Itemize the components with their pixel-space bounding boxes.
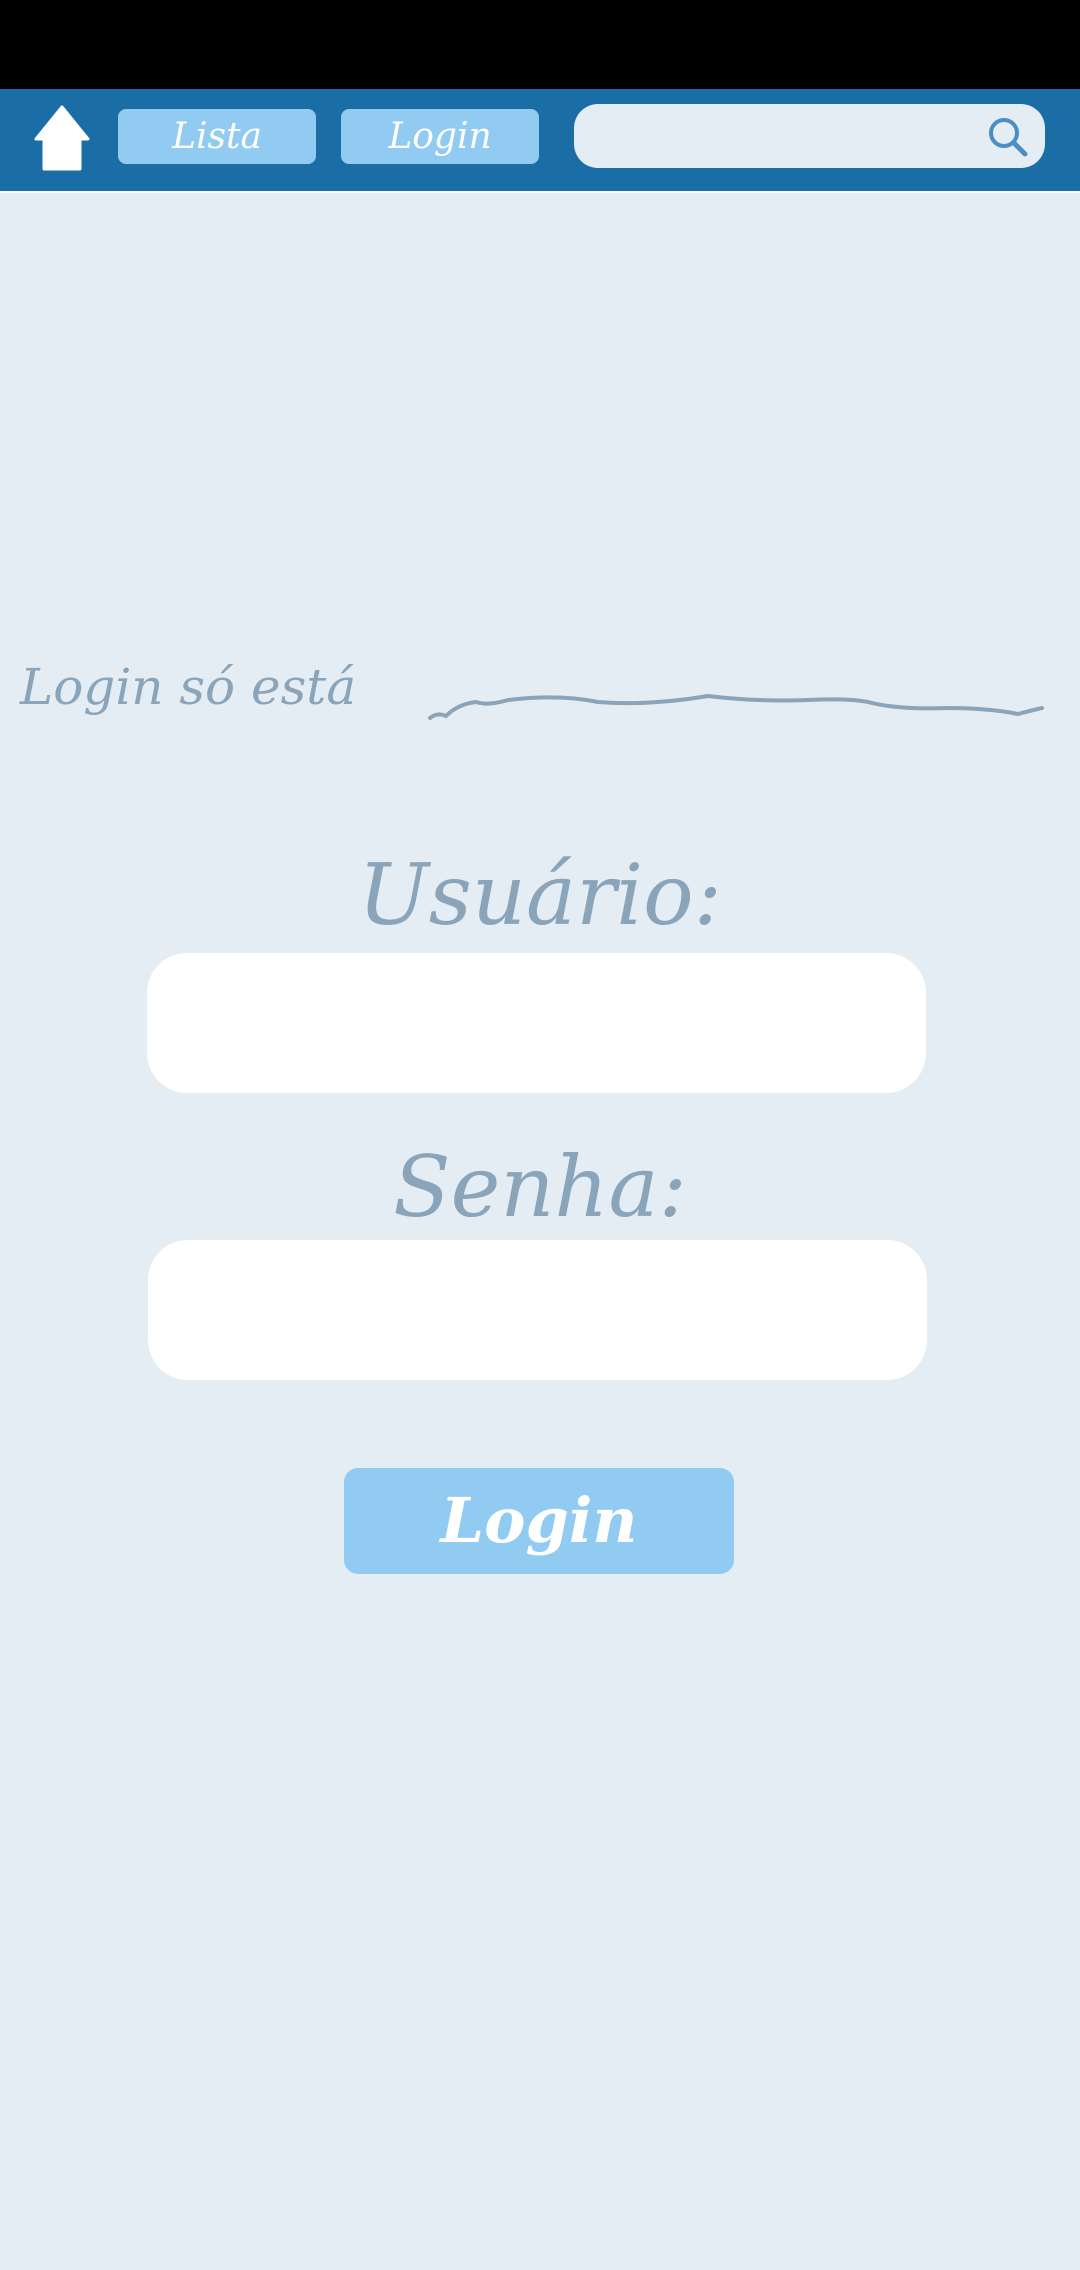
login-submit-button[interactable]: Login	[344, 1468, 734, 1574]
nav-button-login[interactable]: Login	[341, 109, 539, 164]
username-input[interactable]	[147, 953, 926, 1093]
navbar: Lista Login	[0, 89, 1080, 193]
home-icon	[34, 105, 90, 171]
password-label: Senha:	[393, 1138, 687, 1236]
search-icon[interactable]	[987, 116, 1029, 158]
nav-button-lista[interactable]: Lista	[118, 109, 316, 164]
search-input[interactable]	[594, 112, 958, 162]
scribble-line	[428, 693, 1044, 720]
search-bar	[574, 104, 1045, 168]
login-notice: Login só está	[20, 658, 357, 716]
username-label: Usuário:	[358, 846, 722, 944]
home-button[interactable]	[30, 101, 94, 175]
password-input[interactable]	[148, 1240, 927, 1380]
status-bar	[0, 0, 1080, 89]
